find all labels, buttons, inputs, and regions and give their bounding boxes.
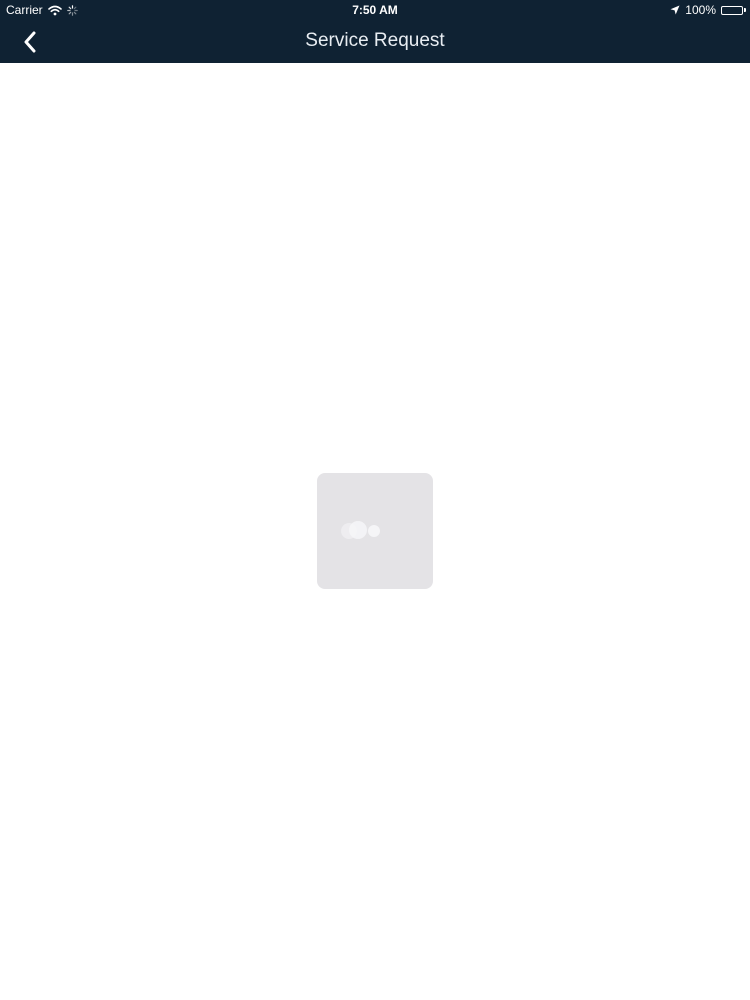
location-arrow-icon — [670, 5, 680, 15]
loading-indicator — [317, 473, 433, 589]
status-bar: Carrier 7:50 AM 100% — [0, 0, 750, 20]
battery-icon — [721, 5, 746, 15]
battery-percent: 100% — [685, 3, 716, 17]
navigation-bar: Service Request — [0, 20, 750, 63]
top-bar: Carrier 7:50 AM 100% Service Request — [0, 0, 750, 63]
status-right: 100% — [670, 0, 746, 20]
page-title: Service Request — [305, 30, 445, 51]
status-time: 7:50 AM — [352, 3, 398, 17]
